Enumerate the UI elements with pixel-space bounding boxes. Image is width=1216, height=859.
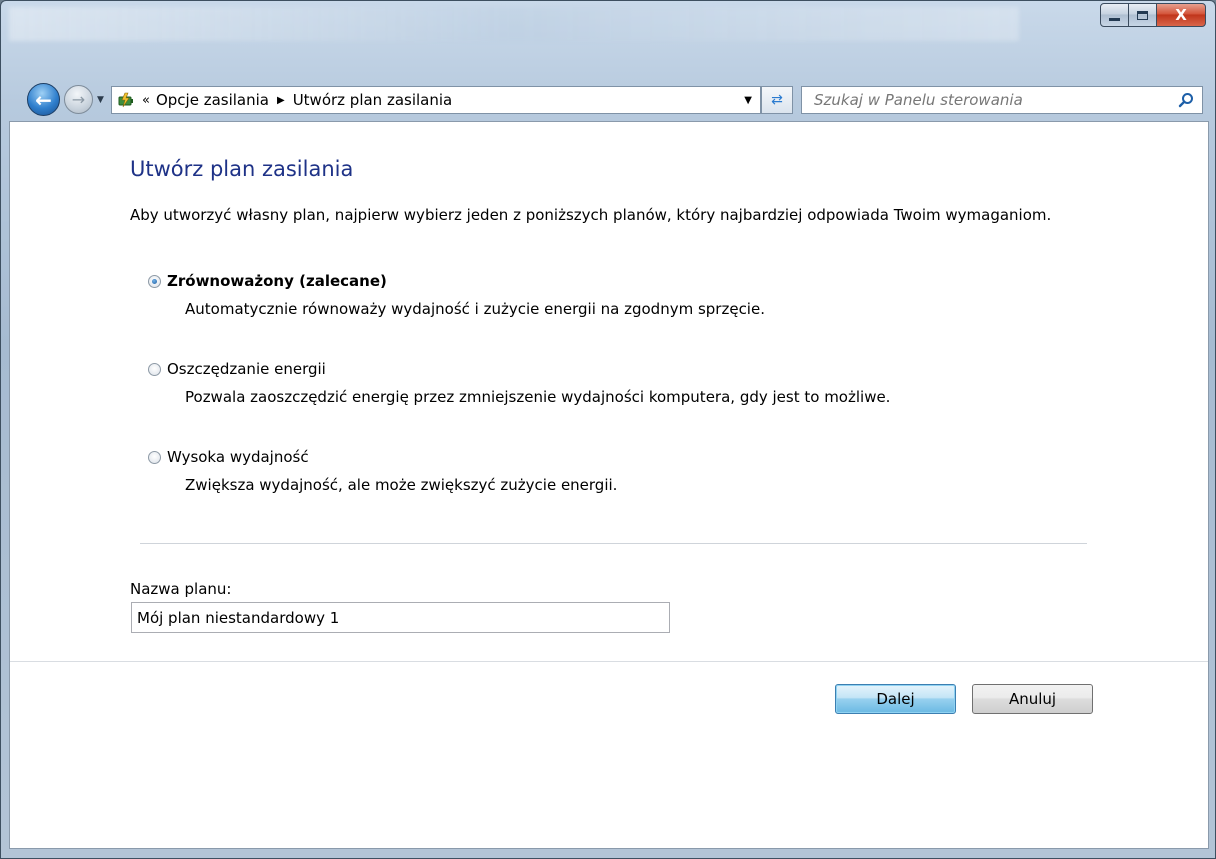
search-icon[interactable] bbox=[1174, 88, 1198, 112]
plan-name-input[interactable] bbox=[131, 602, 670, 633]
option-label[interactable]: Zrównoważony (zalecane) bbox=[167, 272, 387, 290]
option-description: Automatycznie równoważy wydajność i zuży… bbox=[185, 300, 765, 318]
back-arrow-icon: ← bbox=[35, 87, 52, 112]
option-label[interactable]: Oszczędzanie energii bbox=[167, 360, 326, 378]
breadcrumb-arrow-icon[interactable]: ▶ bbox=[277, 95, 285, 106]
plan-name-label: Nazwa planu: bbox=[130, 580, 232, 598]
breadcrumb-power-options[interactable]: Opcje zasilania bbox=[156, 91, 269, 109]
minimize-button[interactable] bbox=[1100, 3, 1129, 27]
separator bbox=[140, 543, 1087, 544]
page-title: Utwórz plan zasilania bbox=[130, 157, 354, 181]
search-input[interactable] bbox=[802, 87, 1174, 113]
next-button[interactable]: Dalej bbox=[835, 684, 956, 714]
plan-option-balanced[interactable]: Zrównoważony (zalecane) Automatycznie ró… bbox=[148, 270, 765, 318]
footer-divider bbox=[10, 661, 1208, 662]
forward-arrow-icon: → bbox=[71, 90, 86, 109]
intro-text: Aby utworzyć własny plan, najpierw wybie… bbox=[130, 206, 1052, 224]
option-label[interactable]: Wysoka wydajność bbox=[167, 448, 309, 466]
back-button[interactable]: ← bbox=[27, 83, 60, 116]
refresh-icon: ⇄ bbox=[771, 92, 783, 108]
close-icon: X bbox=[1175, 6, 1187, 24]
radio-power-saver[interactable] bbox=[148, 362, 161, 376]
refresh-button[interactable]: ⇄ bbox=[761, 86, 793, 114]
caption-buttons: X bbox=[1100, 3, 1206, 29]
forward-button[interactable]: → bbox=[64, 85, 93, 114]
search-box bbox=[801, 86, 1203, 114]
radio-high-performance[interactable] bbox=[148, 450, 161, 464]
maximize-button[interactable] bbox=[1128, 3, 1157, 27]
power-options-icon bbox=[116, 90, 136, 110]
breadcrumb-create-plan[interactable]: Utwórz plan zasilania bbox=[293, 91, 453, 109]
cancel-button[interactable]: Anuluj bbox=[972, 684, 1093, 714]
maximize-icon bbox=[1137, 10, 1148, 20]
recent-pages-dropdown[interactable]: ▼ bbox=[97, 95, 104, 105]
plan-option-high-performance[interactable]: Wysoka wydajność Zwiększa wydajność, ale… bbox=[148, 446, 617, 494]
close-button[interactable]: X bbox=[1156, 3, 1206, 27]
content-panel: Utwórz plan zasilania Aby utworzyć własn… bbox=[9, 121, 1209, 849]
option-description: Pozwala zaoszczędzić energię przez zmnie… bbox=[185, 388, 891, 406]
breadcrumb-overflow[interactable]: « bbox=[142, 93, 150, 108]
address-bar[interactable]: « Opcje zasilania ▶ Utwórz plan zasilani… bbox=[111, 86, 761, 114]
radio-balanced[interactable] bbox=[148, 274, 161, 288]
address-dropdown-icon[interactable]: ▼ bbox=[744, 95, 752, 106]
window-frame: X ← → ▼ « Opcje zasilania ▶ Utwórz plan … bbox=[0, 0, 1216, 859]
option-description: Zwiększa wydajność, ale może zwiększyć z… bbox=[185, 476, 618, 494]
plan-option-power-saver[interactable]: Oszczędzanie energii Pozwala zaoszczędzi… bbox=[148, 358, 890, 406]
title-bar bbox=[9, 7, 1019, 41]
minimize-icon bbox=[1109, 17, 1120, 21]
